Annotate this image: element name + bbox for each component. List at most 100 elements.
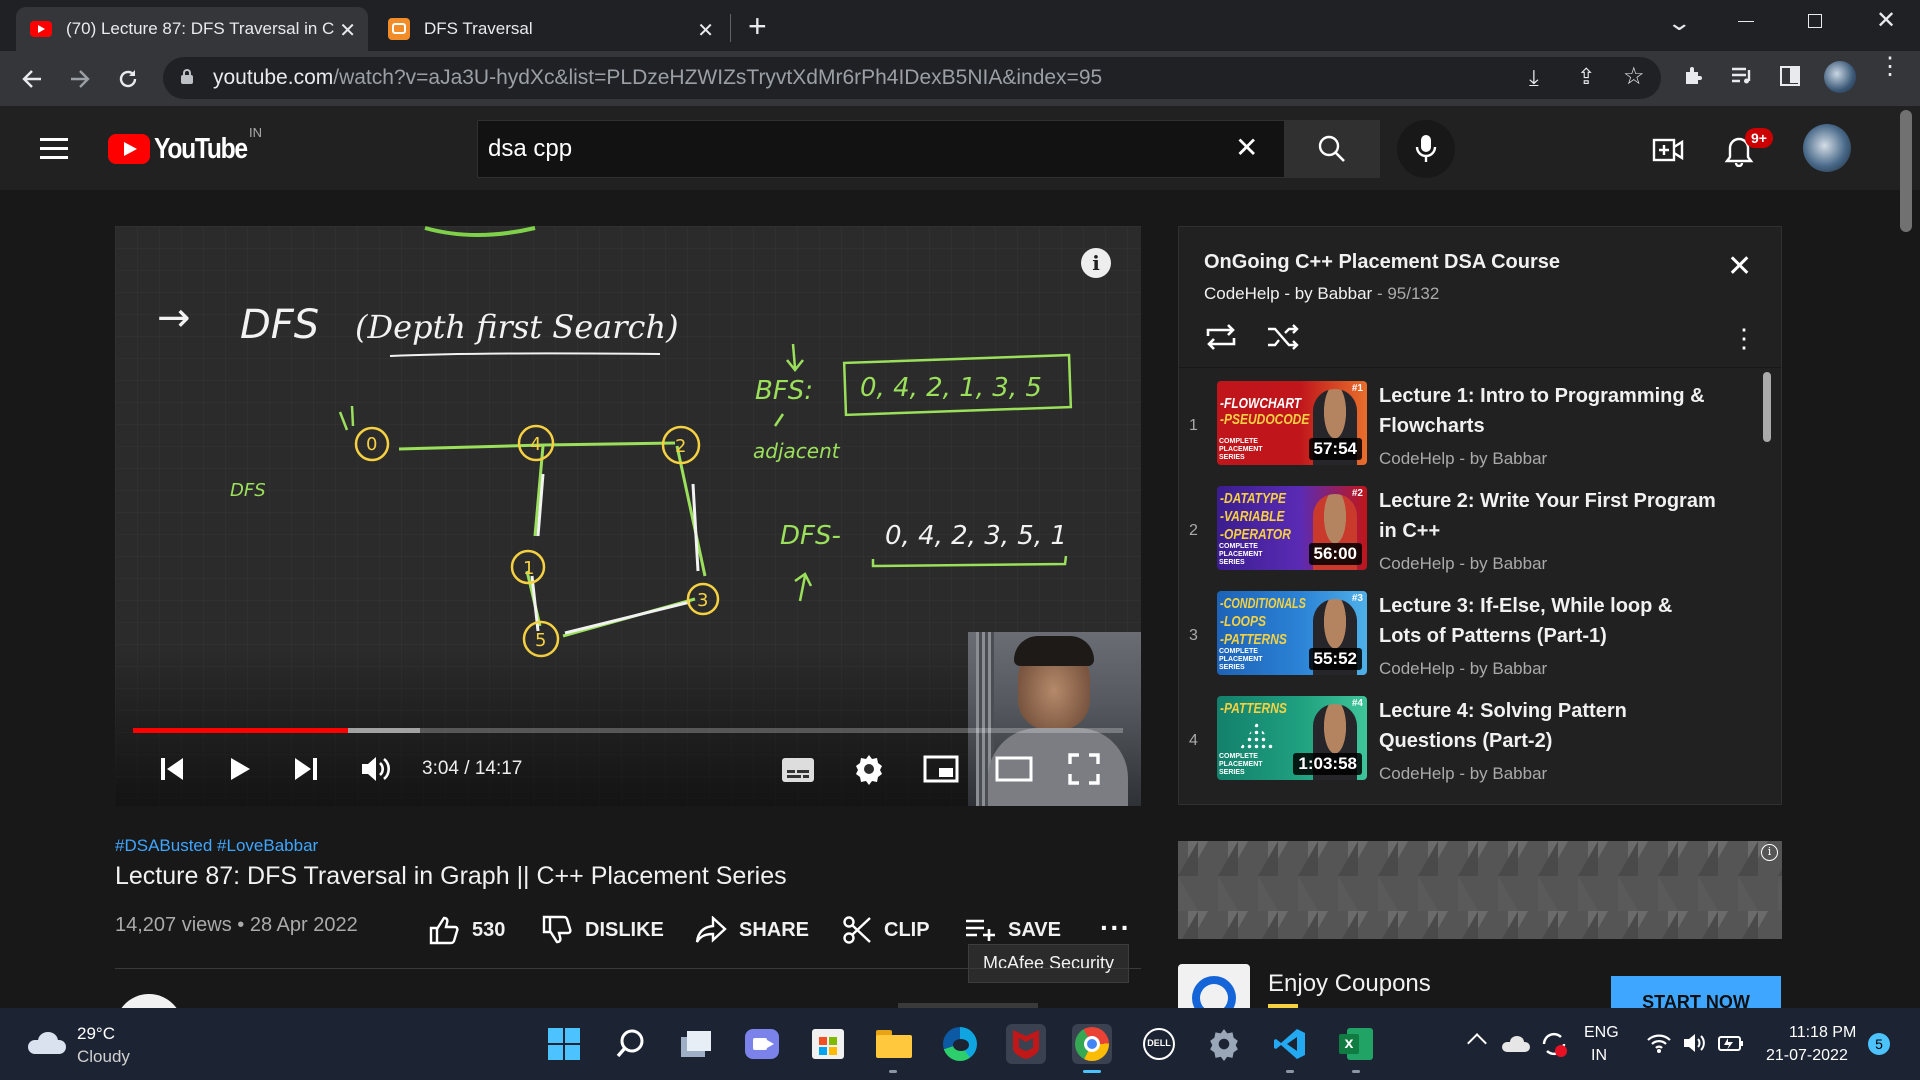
excel-icon[interactable]: x [1336, 1024, 1376, 1064]
chrome-icon[interactable] [1072, 1024, 1112, 1064]
dislike-button[interactable]: DISLIKE [541, 914, 664, 946]
playlist-item-title[interactable]: Lecture 2: Write Your First Program in C… [1379, 486, 1719, 546]
theater-mode-icon[interactable] [995, 754, 1033, 784]
playlist-thumbnail[interactable]: -PATTERNS COMPLETE PLACEMENT SERIES #4 1… [1217, 696, 1367, 780]
playlist-thumbnail[interactable]: -DATATYPE -VARIABLE -OPERATOR COMPLETE P… [1217, 486, 1367, 570]
lock-icon[interactable] [181, 69, 193, 84]
youtube-logo[interactable]: YouTube [108, 131, 263, 167]
speaker-icon[interactable] [1682, 1032, 1708, 1054]
profile-avatar[interactable] [1824, 61, 1856, 93]
restore-button[interactable] [1808, 14, 1822, 28]
task-view-icon[interactable] [676, 1024, 716, 1064]
onedrive-cloud-icon[interactable] [1502, 1036, 1530, 1052]
ad-banner-image[interactable] [1178, 841, 1782, 939]
like-button[interactable]: 530 [428, 914, 505, 946]
new-tab-button[interactable]: + [748, 8, 767, 45]
windows-start-icon[interactable] [544, 1024, 584, 1064]
bookmark-star-icon[interactable]: ☆ [1623, 62, 1645, 91]
notification-center-badge[interactable]: 5 [1868, 1033, 1890, 1055]
address-bar[interactable]: youtube.com/watch?v=aJa3U-hydXc&list=PLD… [163, 57, 1661, 99]
battery-icon[interactable] [1718, 1034, 1744, 1052]
progress-track[interactable] [133, 728, 1123, 733]
subtitles-icon[interactable] [781, 756, 815, 784]
playlist-item[interactable]: 1 -FLOWCHART -PSEUDOCODE COMPLETE PLACEM… [1179, 377, 1769, 482]
tab-youtube[interactable]: (70) Lecture 87: DFS Traversal in C ✕ [16, 7, 368, 51]
clear-search-icon[interactable]: ✕ [1235, 131, 1258, 164]
edge-browser-icon[interactable] [940, 1024, 980, 1064]
clip-button[interactable]: CLIP [842, 914, 930, 946]
playlist-channel[interactable]: CodeHelp - by Babbar [1204, 284, 1372, 303]
playlist-item-title[interactable]: Lecture 3: If-Else, While loop & Lots of… [1379, 591, 1719, 651]
ad-info-icon[interactable]: i [1761, 844, 1778, 861]
close-window-button[interactable]: ✕ [1876, 6, 1896, 35]
url-path: /watch?v=aJa3U-hydXc&list=PLDzeHZWIZsTry… [333, 66, 1103, 89]
mcafee-icon[interactable] [1006, 1024, 1046, 1064]
language-region[interactable]: IN [1591, 1047, 1607, 1065]
language-code[interactable]: ENG [1584, 1024, 1619, 1042]
miniplayer-icon[interactable] [923, 754, 959, 784]
microsoft-store-icon[interactable] [808, 1024, 848, 1064]
next-video-button[interactable] [291, 754, 321, 784]
search-box[interactable]: ✕ [477, 120, 1285, 178]
previous-video-button[interactable] [157, 754, 187, 784]
playlist-item[interactable]: 4 -PATTERNS COMPLETE PLACEMENT SERIES #4… [1179, 692, 1769, 797]
wifi-icon[interactable] [1646, 1032, 1672, 1054]
weather-temperature[interactable]: 29°C [77, 1024, 115, 1044]
teams-chat-icon[interactable] [742, 1024, 782, 1064]
loop-playlist-icon[interactable] [1204, 322, 1238, 352]
info-icon[interactable]: i [1081, 248, 1111, 278]
clock-date[interactable]: 21-07-2022 [1766, 1047, 1848, 1065]
more-actions-icon[interactable]: ··· [1100, 912, 1131, 944]
playlist-item-title[interactable]: Lecture 4: Solving Pattern Questions (Pa… [1379, 696, 1719, 756]
account-avatar[interactable] [1803, 124, 1851, 172]
forward-arrow-icon[interactable] [64, 63, 96, 95]
minimize-button[interactable] [1738, 21, 1754, 22]
play-button[interactable] [225, 754, 255, 784]
search-taskbar-icon[interactable] [611, 1024, 651, 1064]
share-button[interactable]: SHARE [695, 914, 809, 946]
playlist-thumbnail[interactable]: -CONDITIONALS -LOOPS -PATTERNS COMPLETE … [1217, 591, 1367, 675]
fullscreen-icon[interactable] [1068, 753, 1100, 785]
playlist-item[interactable]: 2 -DATATYPE -VARIABLE -OPERATOR COMPLETE… [1179, 482, 1769, 587]
shuffle-icon[interactable] [1266, 322, 1300, 352]
side-panel-icon[interactable] [1780, 66, 1800, 86]
playlist-item[interactable]: 3 -CONDITIONALS -LOOPS -PATTERNS COMPLET… [1179, 587, 1769, 692]
page-scrollbar[interactable] [1900, 110, 1912, 232]
volume-icon[interactable] [360, 754, 392, 784]
media-control-icon[interactable] [1730, 66, 1754, 86]
sync-status-icon[interactable] [1540, 1030, 1568, 1058]
tab-dfs-traversal[interactable]: DFS Traversal ✕ [374, 7, 726, 51]
close-playlist-icon[interactable]: ✕ [1727, 249, 1752, 284]
close-tab-icon[interactable]: ✕ [339, 18, 356, 43]
weather-cloud-icon[interactable] [28, 1032, 66, 1054]
playlist-scrollbar[interactable] [1763, 372, 1771, 442]
install-app-icon[interactable]: ⤓ [1529, 65, 1539, 91]
playlist-more-menu-icon[interactable]: ⋮ [1731, 323, 1757, 354]
clock-time[interactable]: 11:18 PM [1789, 1024, 1856, 1042]
playlist-thumbnail[interactable]: -FLOWCHART -PSEUDOCODE COMPLETE PLACEMEN… [1217, 381, 1367, 465]
search-input[interactable] [488, 133, 1188, 165]
extensions-puzzle-icon[interactable] [1682, 64, 1706, 88]
reload-icon[interactable] [112, 63, 144, 95]
video-player[interactable]: → DFS (Depth first Search) 0 4 2 1 3 5 D… [115, 226, 1141, 806]
hamburger-menu-icon[interactable] [40, 138, 68, 160]
settings-taskbar-icon[interactable] [1204, 1024, 1244, 1064]
video-hashtags[interactable]: #DSABusted #LoveBabbar [115, 836, 318, 856]
playlist-title[interactable]: OnGoing C++ Placement DSA Course [1204, 251, 1560, 274]
share-page-icon[interactable]: ⇪ [1577, 64, 1595, 90]
browser-menu-icon[interactable]: ⋮ [1878, 55, 1902, 79]
voice-search-button[interactable] [1397, 120, 1455, 178]
vscode-icon[interactable] [1270, 1024, 1310, 1064]
weather-condition[interactable]: Cloudy [77, 1047, 130, 1067]
file-explorer-icon[interactable] [874, 1024, 914, 1064]
back-arrow-icon[interactable] [16, 63, 48, 95]
close-tab-icon[interactable]: ✕ [697, 18, 714, 43]
playlist-item-title[interactable]: Lecture 1: Intro to Programming & Flowch… [1379, 381, 1719, 441]
search-button[interactable] [1284, 120, 1380, 178]
ad-title[interactable]: Enjoy Coupons [1268, 970, 1431, 998]
settings-gear-icon[interactable] [853, 753, 885, 785]
save-button[interactable]: SAVE [964, 914, 1061, 946]
dell-icon[interactable]: DELL [1139, 1024, 1179, 1064]
create-video-icon[interactable] [1652, 137, 1684, 163]
tab-search-chevron-icon[interactable]: ⌄ [1666, 10, 1692, 36]
